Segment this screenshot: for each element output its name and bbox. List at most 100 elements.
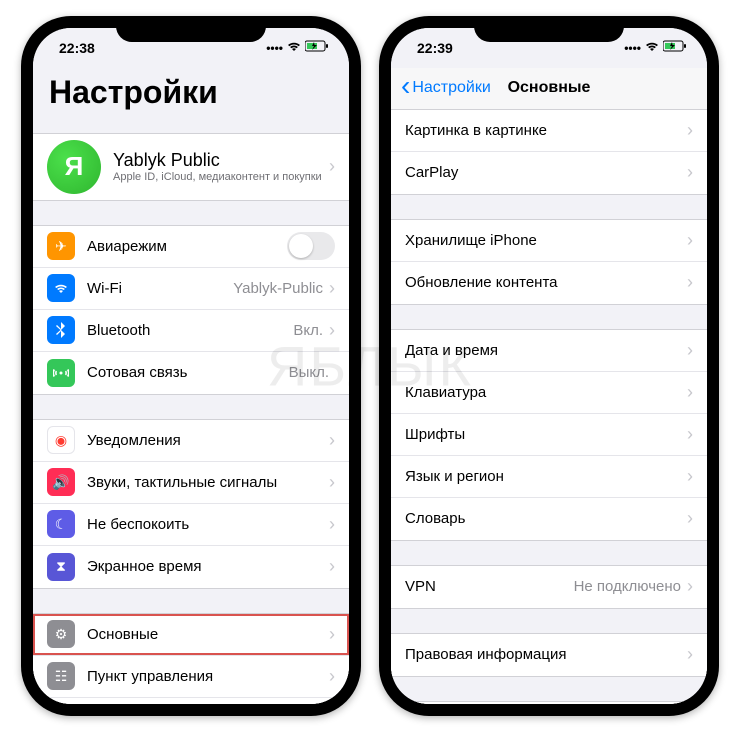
battery-icon: [305, 40, 329, 55]
row-dict[interactable]: Словарь ›: [391, 498, 707, 540]
row-pip[interactable]: Картинка в картинке ›: [391, 110, 707, 152]
group-input: Дата и время › Клавиатура › Шрифты › Язы…: [391, 329, 707, 541]
label: Обновление контента: [405, 274, 687, 291]
nav-title: Основные: [508, 79, 591, 97]
bluetooth-icon: [47, 316, 75, 344]
profile-sub: Apple ID, iCloud, медиаконтент и покупки: [113, 171, 329, 183]
row-reset[interactable]: Сброс ›: [391, 702, 707, 704]
status-time: 22:39: [417, 40, 453, 56]
chevron-icon: ›: [329, 666, 335, 687]
settings-list[interactable]: Я Yablyk Public Apple ID, iCloud, медиак…: [33, 119, 349, 704]
row-keyboard[interactable]: Клавиатура ›: [391, 372, 707, 414]
label: Основные: [87, 626, 329, 643]
chevron-icon: ›: [687, 230, 693, 251]
nav-bar: Настройки Основные: [391, 68, 707, 110]
chevron-icon: ›: [329, 472, 335, 493]
group-notify: ◉ Уведомления › 🔊 Звуки, тактильные сигн…: [33, 419, 349, 589]
chevron-icon: ›: [687, 382, 693, 403]
airplane-toggle[interactable]: [287, 232, 335, 260]
row-wifi[interactable]: Wi-Fi Yablyk-Public ›: [33, 268, 349, 310]
notch: [116, 16, 266, 42]
chevron-icon: ›: [687, 340, 693, 361]
row-cellular[interactable]: Сотовая связь Выкл.: [33, 352, 349, 394]
battery-icon: [663, 40, 687, 55]
row-notifications[interactable]: ◉ Уведомления ›: [33, 420, 349, 462]
screen-left: 22:38 •••• Настройки Я Yablyk Public App…: [33, 28, 349, 704]
label: Словарь: [405, 510, 687, 527]
switches-icon: ☷: [47, 662, 75, 690]
chevron-icon: ›: [687, 162, 693, 183]
label: Экранное время: [87, 558, 329, 575]
general-list[interactable]: Картинка в картинке › CarPlay › Хранилищ…: [391, 110, 707, 704]
chevron-icon: ›: [329, 556, 335, 577]
phone-right: 22:39 •••• Настройки Основные Картинка в…: [379, 16, 719, 716]
screen-right: 22:39 •••• Настройки Основные Картинка в…: [391, 28, 707, 704]
row-bluetooth[interactable]: Bluetooth Вкл. ›: [33, 310, 349, 352]
wifi-icon: [645, 41, 659, 55]
row-airplane[interactable]: ✈ Авиарежим: [33, 226, 349, 268]
back-button[interactable]: Настройки: [395, 79, 491, 97]
chevron-icon: ›: [329, 430, 335, 451]
chevron-icon: ›: [687, 424, 693, 445]
value: Не подключено: [574, 578, 681, 595]
value: Yablyk-Public: [233, 280, 323, 297]
value: Выкл.: [289, 364, 329, 381]
page-title: Настройки: [33, 68, 349, 119]
dnd-icon: ☾: [47, 510, 75, 538]
airplane-icon: ✈: [47, 232, 75, 260]
row-fonts[interactable]: Шрифты ›: [391, 414, 707, 456]
row-storage[interactable]: Хранилище iPhone ›: [391, 220, 707, 262]
row-dnd[interactable]: ☾ Не беспокоить ›: [33, 504, 349, 546]
row-display[interactable]: AA Экран и яркость ›: [33, 698, 349, 704]
row-date[interactable]: Дата и время ›: [391, 330, 707, 372]
label: Авиарежим: [87, 238, 287, 255]
chevron-icon: ›: [687, 120, 693, 141]
group-storage: Хранилище iPhone › Обновление контента ›: [391, 219, 707, 305]
status-time: 22:38: [59, 40, 95, 56]
group-legal: Правовая информация ›: [391, 633, 707, 677]
chevron-icon: ›: [687, 644, 693, 665]
group-general: ⚙ Основные › ☷ Пункт управления › AA Экр…: [33, 613, 349, 704]
row-general[interactable]: ⚙ Основные ›: [33, 614, 349, 656]
gear-icon: ⚙: [47, 620, 75, 648]
label: Хранилище iPhone: [405, 232, 687, 249]
row-lang[interactable]: Язык и регион ›: [391, 456, 707, 498]
row-legal[interactable]: Правовая информация ›: [391, 634, 707, 676]
label: Звуки, тактильные сигналы: [87, 474, 329, 491]
label: Правовая информация: [405, 646, 687, 663]
row-sounds[interactable]: 🔊 Звуки, тактильные сигналы ›: [33, 462, 349, 504]
chevron-icon: ›: [687, 576, 693, 597]
phone-left: 22:38 •••• Настройки Я Yablyk Public App…: [21, 16, 361, 716]
profile-name: Yablyk Public: [113, 150, 329, 171]
chevron-icon: ›: [329, 278, 335, 299]
signal-icon: ••••: [266, 41, 283, 55]
label: Bluetooth: [87, 322, 293, 339]
group-network: ✈ Авиарежим Wi-Fi Yablyk-Public ›: [33, 225, 349, 395]
value: Вкл.: [293, 322, 323, 339]
label: Уведомления: [87, 432, 329, 449]
cellular-icon: [47, 359, 75, 387]
row-screentime[interactable]: ⧗ Экранное время ›: [33, 546, 349, 588]
group-profile: Я Yablyk Public Apple ID, iCloud, медиак…: [33, 133, 349, 201]
row-control-center[interactable]: ☷ Пункт управления ›: [33, 656, 349, 698]
notch: [474, 16, 624, 42]
back-label: Настройки: [412, 79, 490, 97]
avatar: Я: [47, 140, 101, 194]
row-vpn[interactable]: VPN Не подключено ›: [391, 566, 707, 608]
chevron-icon: ›: [687, 466, 693, 487]
row-apple-id[interactable]: Я Yablyk Public Apple ID, iCloud, медиак…: [33, 134, 349, 200]
label: Шрифты: [405, 426, 687, 443]
chevron-icon: ›: [329, 156, 335, 177]
wifi-icon: [47, 274, 75, 302]
status-indicators: ••••: [266, 40, 329, 55]
label: Язык и регион: [405, 468, 687, 485]
status-indicators: ••••: [624, 40, 687, 55]
row-carplay[interactable]: CarPlay ›: [391, 152, 707, 194]
group-vpn: VPN Не подключено ›: [391, 565, 707, 609]
row-refresh[interactable]: Обновление контента ›: [391, 262, 707, 304]
signal-icon: ••••: [624, 41, 641, 55]
label: Пункт управления: [87, 668, 329, 685]
sounds-icon: 🔊: [47, 468, 75, 496]
label: Не беспокоить: [87, 516, 329, 533]
label: VPN: [405, 578, 574, 595]
